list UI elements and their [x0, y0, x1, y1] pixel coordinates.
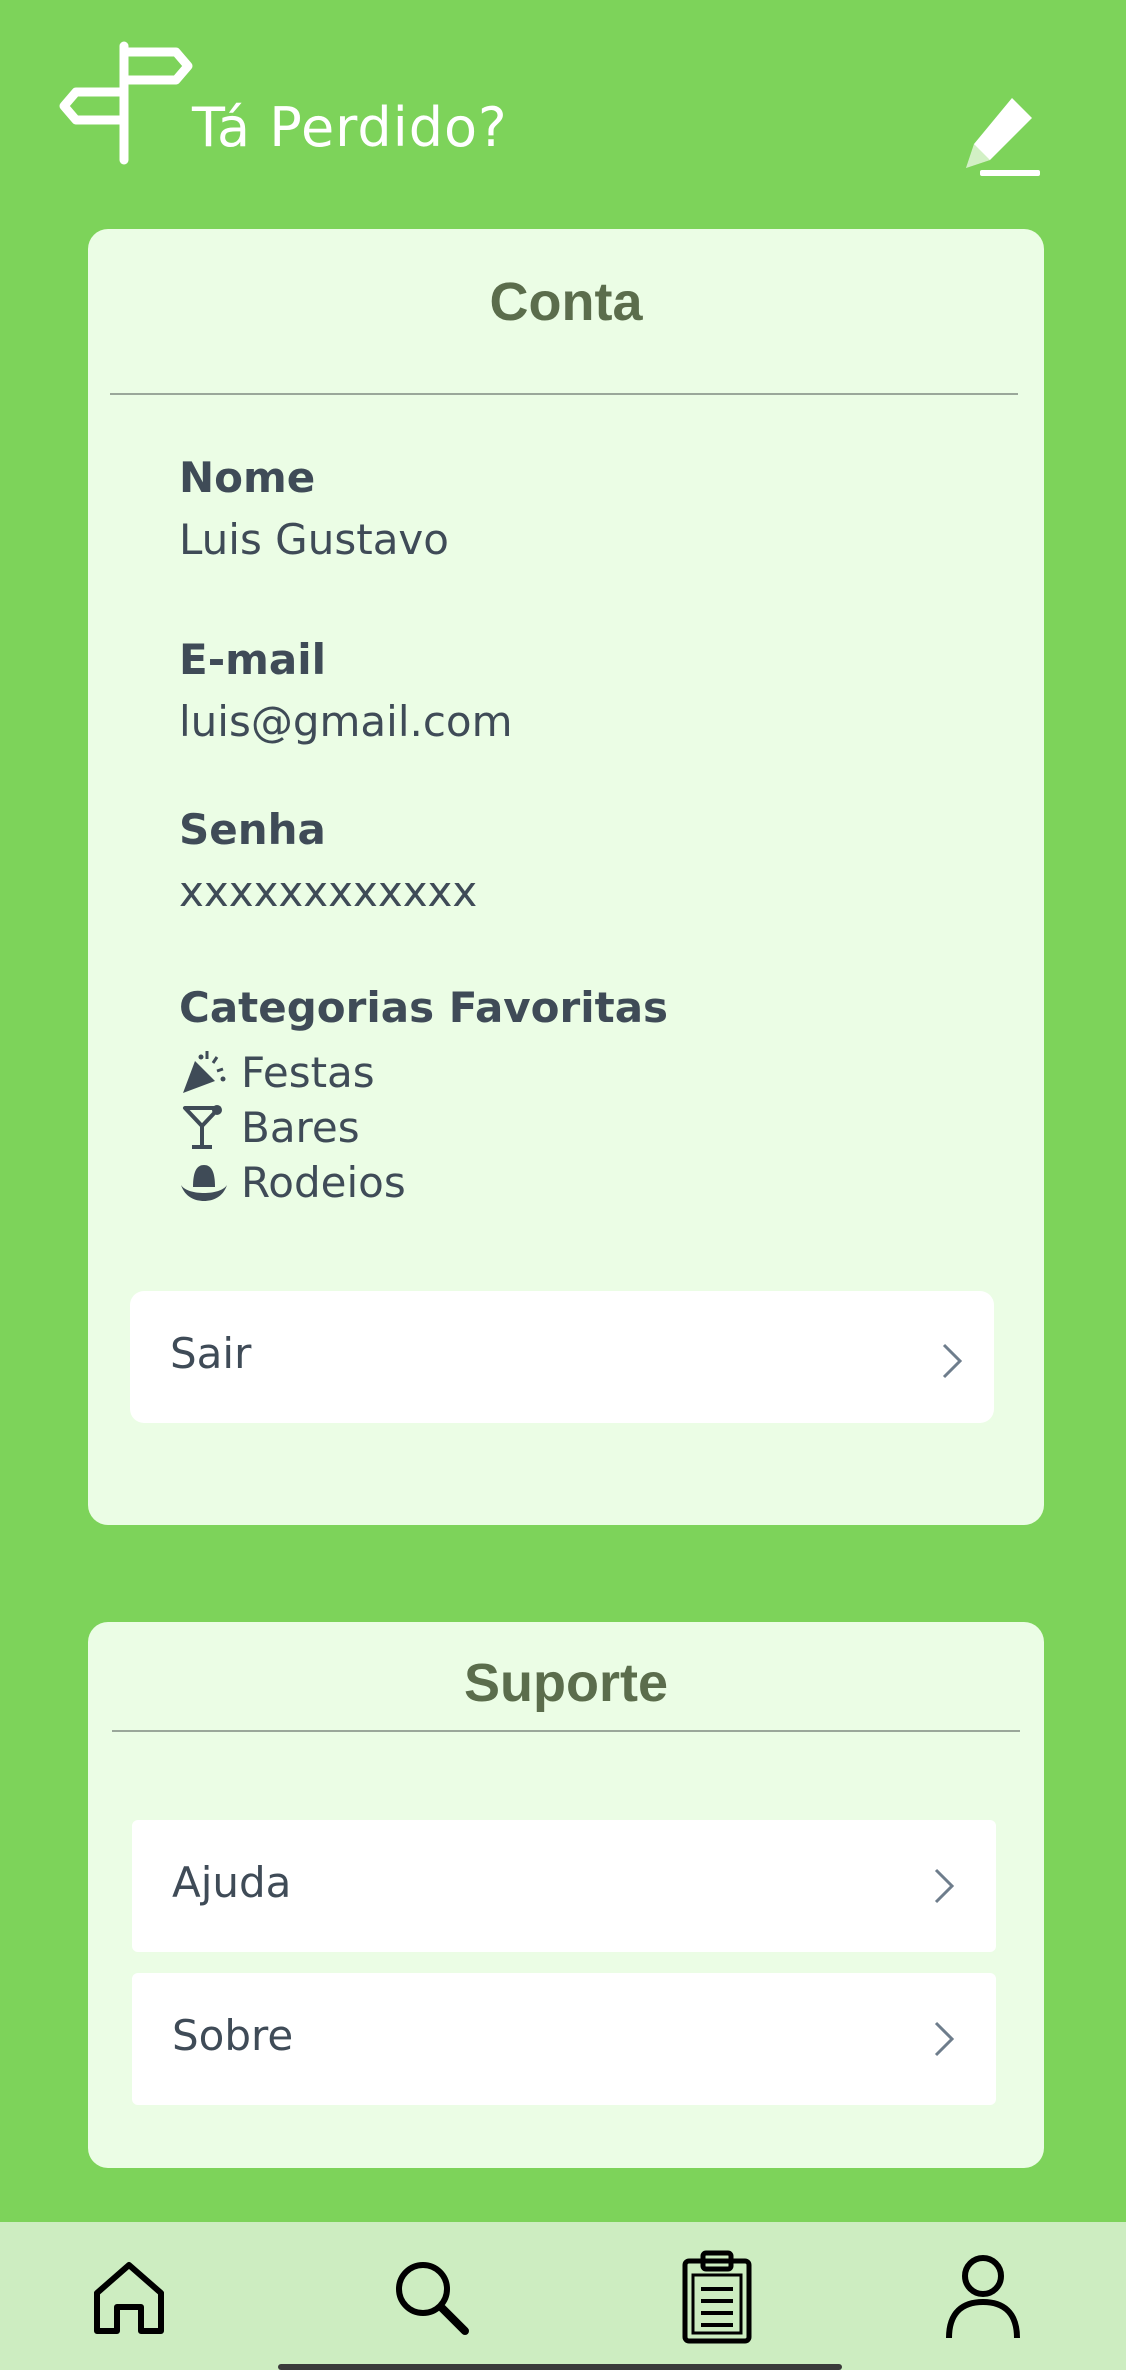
name-label: Nome	[179, 453, 316, 502]
account-divider	[110, 393, 1018, 395]
category-label: Bares	[241, 1102, 360, 1152]
cocktail-icon	[183, 1105, 222, 1149]
support-divider	[112, 1730, 1020, 1732]
category-item: Bares	[179, 1102, 360, 1152]
chevron-right-icon	[934, 1868, 955, 1904]
profile-icon	[946, 2255, 1020, 2339]
category-item: Rodeios	[179, 1157, 406, 1207]
nav-home[interactable]	[84, 2252, 174, 2342]
logout-button[interactable]: Sair	[130, 1291, 994, 1423]
category-label: Rodeios	[241, 1157, 406, 1207]
about-button[interactable]: Sobre	[132, 1973, 996, 2105]
email-label: E-mail	[179, 635, 327, 684]
help-button[interactable]: Ajuda	[132, 1820, 996, 1952]
bottom-nav	[0, 2222, 1126, 2370]
nav-profile[interactable]	[938, 2252, 1028, 2342]
pencil-icon[interactable]	[960, 94, 1040, 178]
nav-clipboard[interactable]	[672, 2250, 762, 2344]
about-label: Sobre	[172, 2011, 294, 2060]
app-title: Tá Perdido?	[192, 96, 508, 159]
cowboy-hat-icon	[181, 1165, 227, 1201]
app-header: Tá Perdido?	[0, 0, 1126, 200]
password-value: xxxxxxxxxxxx	[179, 867, 478, 916]
category-label: Festas	[241, 1047, 375, 1097]
chevron-right-icon	[942, 1343, 963, 1379]
support-card: Suporte Ajuda Sobre	[88, 1622, 1044, 2168]
search-icon	[396, 2262, 469, 2335]
category-item: Festas	[179, 1047, 375, 1097]
password-label: Senha	[179, 805, 326, 854]
help-label: Ajuda	[172, 1858, 292, 1907]
signpost-icon	[59, 41, 193, 165]
clipboard-icon	[682, 2250, 752, 2344]
party-popper-icon	[183, 1051, 226, 1093]
account-card: Conta Nome Luis Gustavo E-mail luis@gmai…	[88, 229, 1044, 1525]
email-value: luis@gmail.com	[179, 697, 513, 746]
support-title: Suporte	[463, 1653, 668, 1713]
account-title: Conta	[489, 272, 643, 332]
name-value: Luis Gustavo	[179, 515, 449, 564]
categories-label: Categorias Favoritas	[179, 983, 669, 1032]
nav-search[interactable]	[386, 2252, 476, 2342]
chevron-right-icon	[934, 2021, 955, 2057]
home-indicator	[278, 2364, 842, 2370]
logout-label: Sair	[170, 1329, 252, 1378]
home-icon	[94, 2262, 164, 2334]
